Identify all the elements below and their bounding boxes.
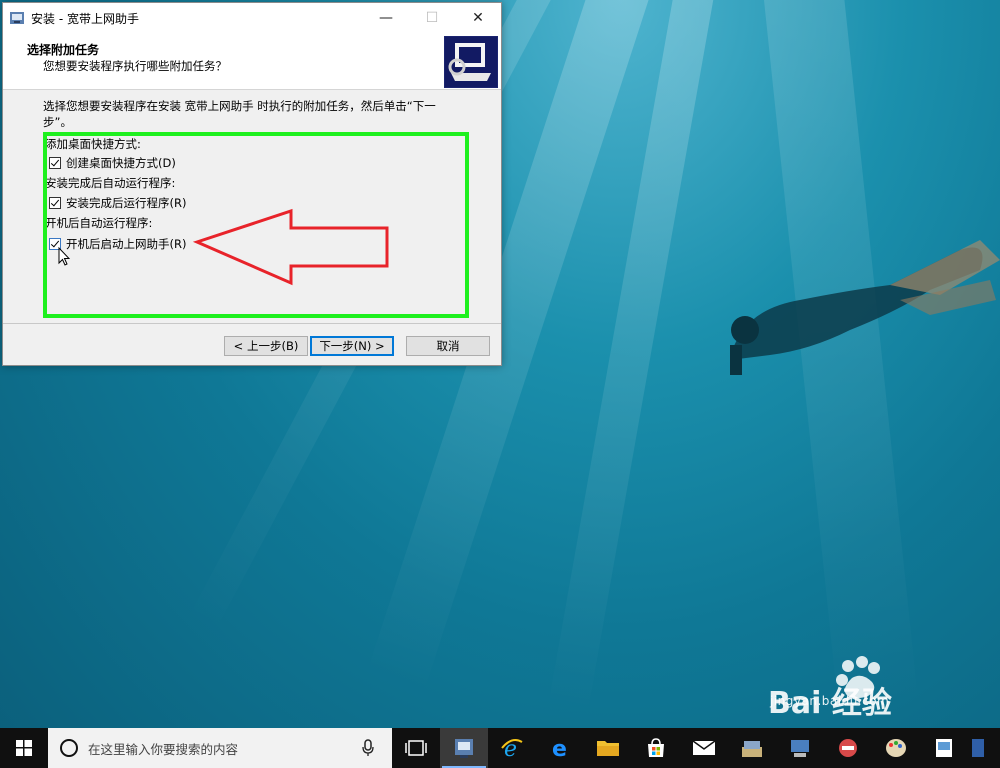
taskbar-ie[interactable]: e [488, 728, 536, 768]
search-box[interactable]: 在这里输入你要搜索的内容 [48, 728, 392, 768]
paint-icon [886, 739, 906, 757]
taskbar-store[interactable] [632, 728, 680, 768]
edge-icon: e [552, 737, 567, 760]
file-explorer-icon [597, 741, 619, 756]
taskbar-app-5[interactable] [968, 728, 988, 768]
cortana-circle-icon [60, 739, 78, 757]
button-separator [3, 323, 501, 324]
taskbar-app-3[interactable] [824, 728, 872, 768]
wizard-computer-icon [444, 36, 498, 88]
close-button[interactable]: ✕ [455, 3, 501, 33]
ie-icon: e [501, 737, 523, 760]
taskbar-app-4[interactable] [920, 728, 968, 768]
taskbar-file-explorer[interactable] [584, 728, 632, 768]
wizard-header: 选择附加任务 您想要安装程序执行哪些附加任务？ [3, 33, 501, 90]
installer-icon [455, 739, 473, 758]
title-bar[interactable]: 安装 - 宽带上网助手 — ☐ ✕ [3, 3, 501, 33]
search-placeholder: 在这里输入你要搜索的内容 [88, 741, 239, 757]
cancel-button[interactable]: 取消 [406, 336, 490, 356]
installer-dialog: 安装 - 宽带上网助手 — ☐ ✕ 选择附加任务 您想要安装程序执行哪些附加任务… [2, 2, 502, 366]
taskbar-edge[interactable]: e [536, 728, 584, 768]
light-ray [760, 0, 920, 721]
window-title: 安装 - 宽带上网助手 [31, 11, 139, 26]
task-description: 选择您想要安装程序在安装 宽带上网助手 时执行的附加任务，然后单击“下一步”。 [43, 99, 436, 129]
app-icon-5 [972, 739, 984, 757]
taskbar-mail[interactable] [680, 728, 728, 768]
mail-icon [692, 740, 716, 755]
red-arrow-annotation [193, 208, 389, 286]
app-icon-3 [839, 739, 857, 757]
taskbar-paint[interactable] [872, 728, 920, 768]
app-icon-4 [936, 739, 952, 757]
task-view-icon [405, 740, 427, 756]
task-view-button[interactable] [392, 728, 440, 768]
app-icon-1 [742, 741, 762, 757]
installer-app-icon [10, 12, 24, 24]
microphone-icon[interactable] [362, 739, 374, 757]
store-icon [648, 738, 664, 757]
app-icon-2 [791, 740, 809, 757]
diver-image [730, 240, 1000, 375]
svg-text:e: e [552, 737, 567, 760]
taskbar-installer[interactable] [440, 728, 488, 768]
back-button[interactable]: < 上一步(B) [224, 336, 308, 356]
watermark-url: jingyan.baidu.com [770, 694, 890, 708]
minimize-button[interactable]: — [363, 3, 409, 33]
close-icon: ✕ [472, 10, 484, 26]
maximize-icon: ☐ [425, 10, 439, 26]
maximize-button[interactable]: ☐ [409, 3, 455, 33]
taskbar: 在这里输入你要搜索的内容 e e [0, 728, 1000, 768]
wizard-page-title: 选择附加任务 [27, 43, 100, 57]
taskbar-app-2[interactable] [776, 728, 824, 768]
next-button[interactable]: 下一步(N) > [310, 336, 394, 356]
light-ray [548, 0, 720, 712]
start-button[interactable] [0, 728, 48, 768]
taskbar-app-1[interactable] [728, 728, 776, 768]
minimize-icon: — [379, 10, 393, 26]
wizard-page-subtitle: 您想要安装程序执行哪些附加任务？ [43, 59, 227, 73]
windows-logo-icon [16, 740, 32, 756]
mouse-cursor-icon [58, 247, 70, 266]
